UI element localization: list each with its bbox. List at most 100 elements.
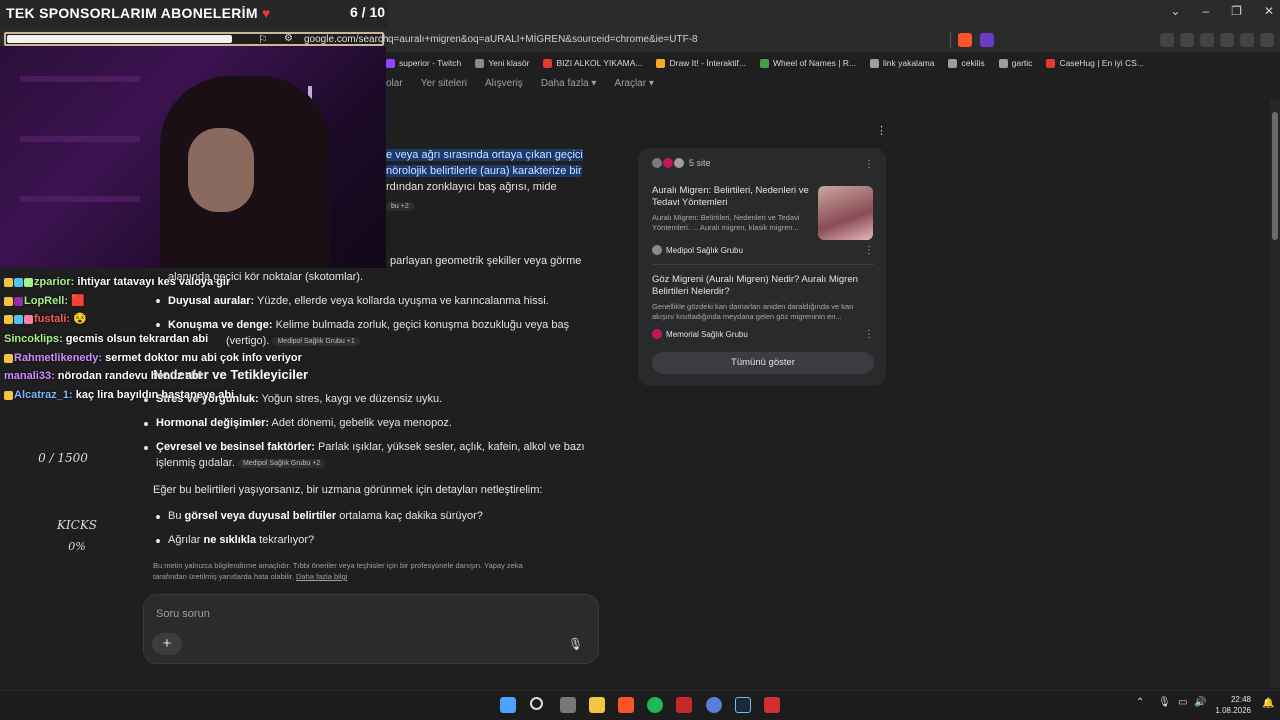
site-info-icon[interactable]: ⚙ [284,33,293,44]
network-icon[interactable]: ▭ [1178,697,1187,708]
url-text[interactable]: q=auralı+migren&oq=aURALI+MİGREN&sourcei… [388,34,698,45]
notification-icon[interactable]: 🔔 [1262,698,1274,709]
bookmark-item[interactable]: link yakalama [869,58,934,68]
ask-input[interactable]: Soru sorun [156,608,210,620]
bookmark-favicon-icon [656,58,666,68]
bookmark-favicon-icon [1046,58,1056,68]
bookmark-item[interactable]: superior - Twitch [386,58,461,68]
bookmark-item[interactable]: cekilis [948,58,985,68]
vpn-icon[interactable] [1240,33,1254,47]
bookmark-favicon-icon [998,58,1008,68]
source-chip-1[interactable]: bu +2 [386,202,414,212]
chat-text: gecmis olsun tekrardan abi [62,333,209,345]
bookmark-favicon-icon [869,58,879,68]
chat-username: fustali: [34,313,71,325]
bookmark-item[interactable]: Yeni klasör [475,58,529,68]
bullet-dot [156,299,160,303]
minimize-icon[interactable]: – [1202,4,1209,18]
app-icon[interactable] [706,697,722,713]
search-nav-item[interactable]: Yer siteleri [421,78,467,89]
chat-text: 😵 [70,313,87,325]
chat-message: fustali: 😵 [4,312,87,325]
file-explorer-icon[interactable] [589,697,605,713]
chat-username: LopRell: [24,295,68,307]
brave-icon[interactable] [618,697,634,713]
bookmark-item[interactable]: gartic [998,58,1032,68]
source-name-2: Memorial Sağlık Grubu [652,329,748,339]
valorant-icon[interactable] [676,697,692,713]
source-chip-3[interactable]: Medipol Sağlık Grubu +2 [237,458,326,468]
overlay-count: 6 / 10 [350,4,386,20]
chat-message: zparior: ihtiyar tatavayı kes valoya gir [4,276,230,288]
search-nav-item[interactable]: Alışveriş [485,78,523,89]
sources-count: 5 site [689,158,711,168]
overview-paragraph: e veya ağrı sırasında ortaya çıkan geçic… [386,147,586,195]
brave-rewards-icon[interactable] [980,33,994,47]
search-nav-item[interactable]: Araçlar ▾ [614,78,653,89]
chat-badge-icon [24,277,33,287]
visual-text-1: parlayan geometrik şekiller veya görme [390,255,582,267]
source-2-more-icon[interactable]: ⋮ [864,329,874,340]
chat-text: 🟥 [68,295,85,307]
windows-start-icon[interactable] [500,697,516,713]
bookmark-favicon-icon [475,58,485,68]
heart-icon: ♥ [262,5,271,21]
search-icon[interactable] [530,697,543,710]
bullet-dot [144,446,148,450]
app-icon[interactable] [764,697,780,713]
mic-tray-icon[interactable]: 🎙 [1158,697,1171,708]
more-options-icon[interactable]: ⋮ [876,124,887,137]
restore-icon[interactable]: ❐ [1231,4,1242,18]
mic-icon[interactable]: 🎙 [568,637,583,651]
show-all-button[interactable]: Tümünü göster [652,352,874,374]
chat-username: Rahmetlikenedy: [14,352,103,364]
sources-header[interactable]: 5 site [652,158,711,168]
task-view-icon[interactable] [560,697,576,713]
kicks-label: KICKS [56,518,98,532]
source-chip-2[interactable]: Medipol Sağlık Grubu +1 [272,336,360,346]
source-thumbnail[interactable] [818,186,873,240]
bookmark-star-icon[interactable]: ⚐ [258,33,268,46]
chat-text: sermet doktor mu abi çok info veriyor [102,352,302,364]
brave-shield-icon[interactable] [958,33,972,47]
bookmark-item[interactable]: Draw It! - İnteraktif... [656,58,746,68]
tray-chevron-icon[interactable]: ⌃ [1136,697,1144,708]
source-card-1[interactable]: Auralı Migren: Belirtileri, Nedenleri ve… [652,185,812,233]
bookmark-item[interactable]: CaseHug | En iyi CS... [1046,58,1144,68]
bookmark-favicon-icon [948,58,958,68]
spotify-icon[interactable] [647,697,663,713]
bookmark-item[interactable]: Wheel of Names | R... [760,58,856,68]
chat-badge-icon [4,277,13,287]
dropdown-icon[interactable]: ⌄ [1170,4,1180,18]
search-nav-item[interactable]: olar [386,78,403,89]
chat-text: nörodan randevu henüz abi [54,370,202,382]
volume-icon[interactable]: 🔊 [1194,697,1206,708]
shelf [20,136,140,142]
bullet-sensory: Duyusal auralar: Yüzde, ellerde veya kol… [168,295,549,307]
ask-box[interactable] [143,594,599,664]
steam-icon[interactable] [735,697,751,713]
sources-more-icon[interactable]: ⋮ [864,159,874,170]
bullet-hormone: Hormonal değişimler: Adet dönemi, gebeli… [156,417,452,429]
chat-message: manali33: nörodan randevu henüz abi [4,370,201,382]
ai-icon[interactable] [1220,33,1234,47]
bookmark-item[interactable]: BIZI ALKOL YIKAMA... [543,58,642,68]
followup-text: Eğer bu belirtileri yaşıyorsanız, bir uz… [153,484,543,496]
source-card-2[interactable]: Göz Migreni (Auralı Migren) Nedir? Aural… [652,274,874,322]
add-button[interactable]: + [152,633,182,655]
overview-text-3: rdından zonklayıcı baş ağrısı, mide [386,181,557,193]
close-icon[interactable]: ✕ [1264,4,1274,18]
overlay-progress-fill [7,35,232,43]
more-info-link[interactable]: Daha fazla bilgi [296,572,347,581]
kicks-value: 0% [68,540,86,553]
wallet-icon[interactable] [1200,33,1214,47]
bookmark-favicon-icon [386,58,395,68]
clock[interactable]: 22:48 1.08.2026 [1206,694,1251,716]
sidebar-icon[interactable] [1180,33,1194,47]
scrollbar-thumb[interactable] [1272,112,1278,240]
sources-panel [638,148,886,386]
extensions-icon[interactable] [1160,33,1174,47]
menu-icon[interactable] [1260,33,1274,47]
source-1-more-icon[interactable]: ⋮ [864,245,874,256]
search-nav-item[interactable]: Daha fazla ▾ [541,78,597,89]
